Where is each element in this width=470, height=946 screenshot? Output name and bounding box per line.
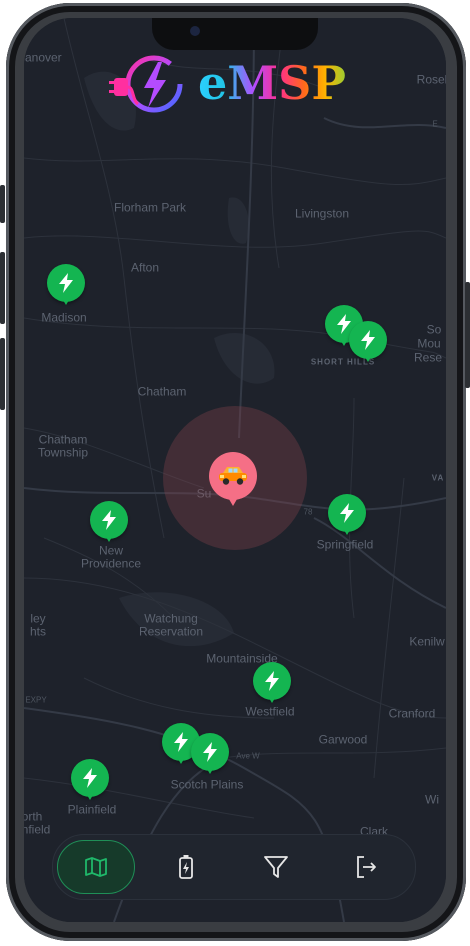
app-title: eMSP — [198, 56, 346, 110]
front-camera — [190, 26, 200, 36]
nav-map-button[interactable] — [57, 840, 135, 894]
place-label: hts — [29, 624, 47, 639]
lightning-bolt-icon — [83, 768, 97, 788]
lightning-bolt-icon — [203, 742, 217, 762]
lightning-bolt-icon — [59, 273, 73, 293]
nav-charging-button[interactable] — [147, 840, 225, 894]
place-label: Livingston — [294, 206, 350, 221]
user-location-marker[interactable] — [209, 452, 257, 506]
place-label: Plainfield — [67, 802, 117, 817]
place-label: Kenilw — [409, 634, 445, 649]
map-icon — [85, 857, 107, 877]
place-label: Mou — [417, 336, 441, 351]
mute-switch — [0, 185, 5, 223]
place-label: Westfield — [245, 704, 295, 719]
place-label: Providence — [80, 556, 142, 571]
volume-up-button — [0, 252, 5, 324]
app-screen: Hanover Rosel Florham Park Livingston Af… — [24, 18, 446, 922]
charging-station-marker[interactable] — [90, 501, 128, 542]
charging-station-marker[interactable] — [349, 321, 387, 362]
lightning-bolt-icon — [340, 503, 354, 523]
bottom-navigation — [52, 834, 416, 900]
place-label: Wi — [425, 792, 439, 807]
place-label: Cranford — [388, 706, 436, 721]
battery-charging-icon — [179, 855, 193, 879]
ev-plug-logo-icon — [109, 55, 183, 113]
charging-station-marker[interactable] — [253, 662, 291, 703]
place-label: Garwood — [318, 732, 368, 747]
filter-icon — [264, 856, 288, 878]
place-label: Afton — [130, 260, 160, 275]
emsp-logo: eMSP — [108, 52, 348, 116]
place-label: Scotch Plains — [170, 777, 244, 792]
road-label: Ave W — [236, 751, 260, 761]
road-label: EXPY — [25, 695, 47, 705]
place-label: So — [426, 322, 442, 337]
charging-station-marker[interactable] — [328, 494, 366, 535]
place-label: Florham Park — [113, 200, 187, 215]
place-label: Chatham — [137, 384, 187, 399]
place-label: Township — [37, 445, 89, 460]
place-label: Rosel — [416, 72, 446, 87]
place-label: Reservation — [138, 624, 204, 639]
lightning-bolt-icon — [361, 330, 375, 350]
place-label: Rese — [413, 350, 443, 365]
place-label: nfield — [24, 822, 51, 837]
place-label: Springfield — [316, 537, 374, 552]
lightning-bolt-icon — [174, 732, 188, 752]
road-label: E — [432, 119, 438, 129]
phone-notch — [152, 18, 318, 50]
charging-station-marker[interactable] — [191, 733, 229, 774]
place-label: Madison — [41, 310, 87, 325]
volume-down-button — [0, 338, 5, 410]
nav-logout-button[interactable] — [327, 840, 405, 894]
logout-icon — [357, 856, 376, 878]
charging-station-marker[interactable] — [47, 264, 85, 305]
charging-station-marker[interactable] — [71, 759, 109, 800]
car-icon — [219, 467, 247, 485]
nav-filter-button[interactable] — [237, 840, 315, 894]
power-button — [465, 282, 470, 388]
road-label: 78 — [303, 507, 313, 517]
lightning-bolt-icon — [102, 510, 116, 530]
place-label: Hanover — [24, 50, 62, 65]
lightning-bolt-icon — [265, 671, 279, 691]
place-label: VA — [431, 473, 445, 483]
